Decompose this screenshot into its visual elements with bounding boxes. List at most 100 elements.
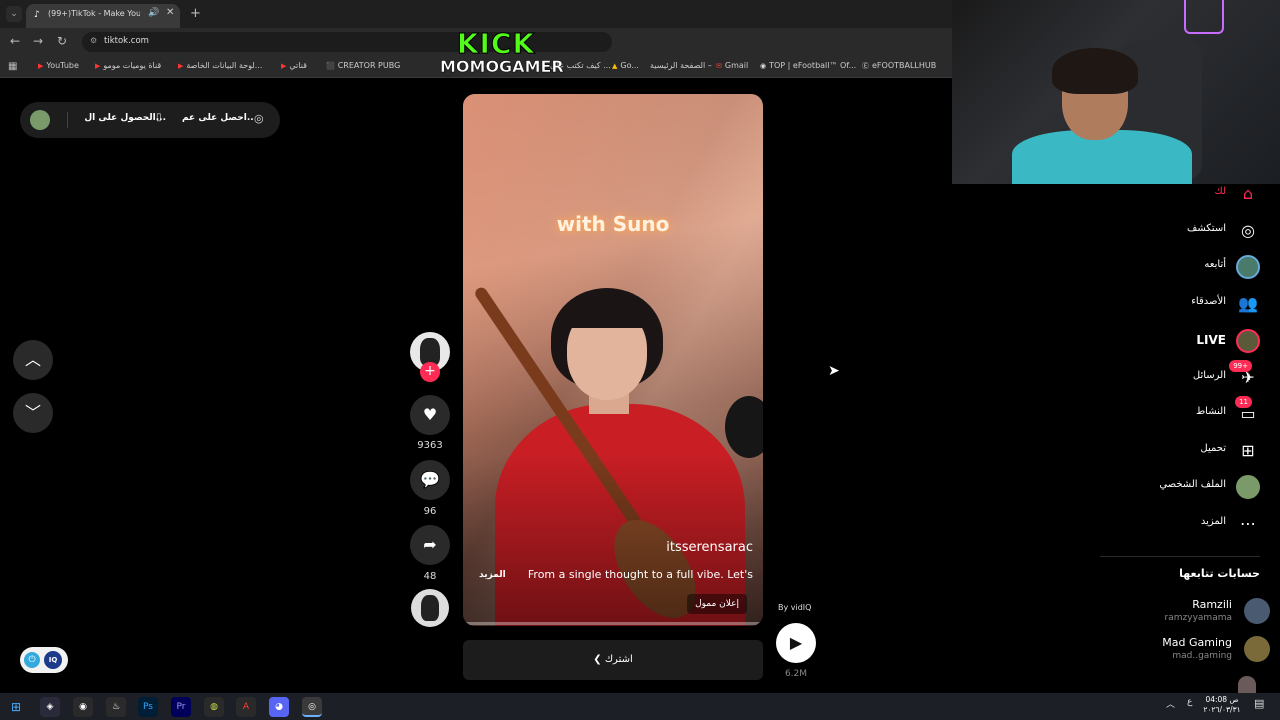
sidebar-item-label: الرسائل [1192,370,1226,381]
video-author[interactable]: itsserensarac [666,540,753,555]
live-avatar [1236,329,1260,353]
system-clock[interactable]: 04:08 ص ٢٠٢٦/٠٣/٣١ [1196,695,1248,715]
profile-avatar [1236,475,1260,499]
bookmark-item[interactable]: ▶ قناتي [281,61,307,70]
phone-icon: ▯ [156,112,162,123]
sidebar-item-label: تحميل [1200,443,1226,454]
discord-icon[interactable]: ◕ [269,697,289,717]
windows-start-icon[interactable]: ⊞ [6,697,26,717]
vidiq-icon: IQ [44,651,62,669]
account-avatar[interactable] [1238,676,1256,693]
vidiq-play-button[interactable]: ▶ [776,623,816,663]
app-icon[interactable]: A [236,697,256,717]
photoshop-icon[interactable]: Ps [138,697,158,717]
next-video-button[interactable]: ﹀ [13,393,53,433]
reload-icon[interactable]: ↻ [57,34,67,48]
premiere-icon[interactable]: Pr [171,697,191,717]
sidebar-item-label: LIVE [1196,333,1226,347]
bookmark-item[interactable]: الصفحة الرئيسية – [650,61,712,70]
more-icon: ⋯ [1240,514,1256,533]
following-account[interactable]: Ramzili ramzyyamama [1090,596,1270,628]
subscribe-label: اشترك [604,654,633,665]
app-icon[interactable]: ◍ [204,697,224,717]
sponsored-badge: إعلان ممول [687,594,747,614]
bookmark-item[interactable]: ✉ Gmail [716,61,748,70]
tab-close-icon[interactable]: ✕ [166,7,174,18]
messages-badge: 99+ [1229,360,1252,372]
forward-icon[interactable]: → [33,34,43,48]
browser-tab-tiktok[interactable]: ♪ (99+)TikTok - Make Your Da 🔊 ✕ [26,4,180,28]
follow-plus-button[interactable]: + [420,362,440,382]
share-button[interactable]: ➦ [410,525,450,565]
video-player[interactable]: with Suno itsserensarac From a single th… [463,94,763,626]
steam-icon[interactable]: ♨ [106,697,126,717]
tray-chevron-icon[interactable]: ︿ [1166,697,1175,710]
language-indicator[interactable]: ع [1187,697,1192,707]
sidebar-item-label: النشاط [1195,406,1226,417]
music-silhouette [421,595,439,621]
more-button[interactable]: المزيد [479,570,506,580]
get-app-link[interactable]: الحصول على ال... [82,113,166,123]
video-description: From a single thought to a full vibe. Le… [527,568,753,581]
sidebar-item-label: لك [1214,186,1226,197]
tab-search-dropdown[interactable]: ⌄ [6,6,22,22]
bookmark-item[interactable]: ▶ YouTube [38,61,79,70]
pill-divider [67,112,68,128]
bookmark-item[interactable]: ▲ Go... [612,61,639,70]
comment-count: 96 [423,506,437,517]
bookmark-item[interactable]: ▶ قناة يوميات مومو [95,61,161,70]
bookmark-item[interactable]: ◉ TOP | eFootball™ Of... [760,61,856,70]
new-tab-button[interactable]: + [190,6,201,21]
mouse-cursor-icon: ➤ [828,363,840,379]
like-button[interactable]: ♥ [410,395,450,435]
site-info-icon[interactable]: ⚙ [90,36,97,45]
following-account[interactable]: Mad Gaming mad..gaming [1090,634,1270,666]
video-progress-bar[interactable] [463,622,763,625]
apps-grid-icon[interactable]: ▦ [8,61,17,72]
get-desktop-link[interactable]: احصل على عم... [182,113,254,123]
vidiq-label: By vidIQ [778,603,812,612]
chevron-down-icon: ﹀ [24,403,41,422]
activity-badge: 11 [1235,396,1252,408]
comment-icon: 💬 [420,470,440,489]
sidebar-divider [1100,556,1260,557]
home-icon: ⌂ [1242,184,1254,203]
compass-icon: ◎ [1241,221,1255,240]
kick-label: KICK [456,27,536,60]
friends-icon: 👥 [1238,294,1258,313]
bookmark-item[interactable]: ▶ لوحة البيانات الخاصة... [178,61,262,70]
power-icon: ⏻ [24,652,40,668]
clock-time: 04:08 ص [1205,695,1239,704]
tiktok-favicon-icon: ♪ [34,10,40,20]
windows-taskbar [0,693,1280,720]
previous-video-button[interactable]: ︿ [13,340,53,380]
comment-button[interactable]: 💬 [410,460,450,500]
streamer-name: MOMOGAMER [440,57,564,76]
kick-stream-logo: KICK MOMOGAMER [440,27,564,76]
back-icon[interactable]: ← [10,34,20,48]
subscribe-bar[interactable]: ❮ اشترك [463,640,763,680]
bookmark-item[interactable]: ⬛ CREATOR PUBG [326,61,400,70]
vidiq-views: 6.2M [784,669,808,679]
clock-date: ٢٠٢٦/٠٣/٣١ [1203,705,1241,714]
performer-bangs [563,294,651,328]
webcam-overlay [952,0,1280,184]
share-arrow-icon: ➦ [423,535,437,554]
tab-audio-icon[interactable]: 🔊 [148,8,159,18]
account-name: Mad Gaming [1162,636,1232,649]
bookmark-item[interactable]: ⒺeFOOTBALLHUB [862,61,936,71]
chrome-icon[interactable]: ◎ [302,697,322,717]
notification-icon[interactable]: ▤ [1254,697,1264,710]
extension-toggle[interactable]: ⏻ IQ [20,647,68,673]
like-count: 9363 [417,440,443,451]
user-avatar[interactable] [30,110,50,130]
chevron-left-icon: ❮ [593,654,602,665]
upload-icon: ⊞ [1241,441,1255,460]
streamer-hair [1052,48,1138,94]
sidebar-item-label: الأصدقاء [1191,296,1226,307]
app-icon[interactable]: ◈ [40,697,60,717]
account-username: ramzyyamama [1164,613,1232,623]
music-disc-avatar[interactable] [411,589,449,627]
obs-icon[interactable]: ◉ [73,697,93,717]
following-accounts-heading: حسابات تتابعها [1179,567,1260,580]
